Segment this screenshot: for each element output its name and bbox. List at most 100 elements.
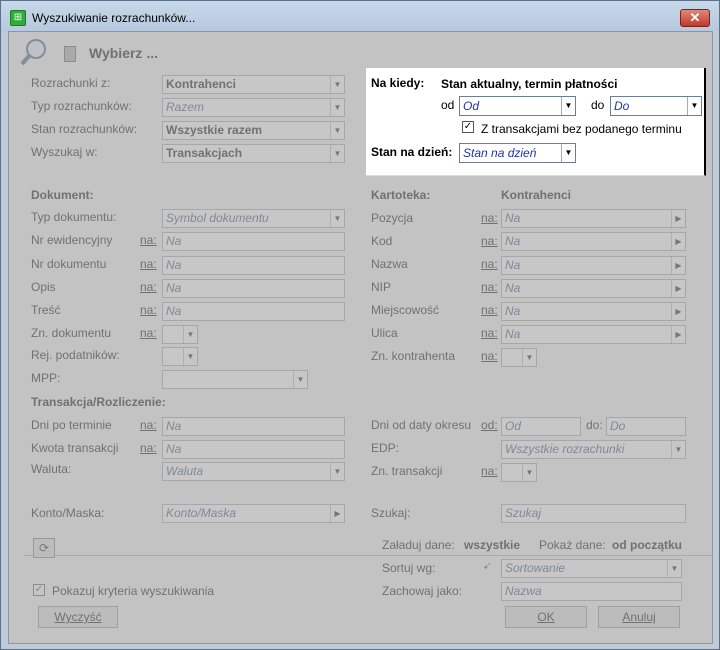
dni-od-input[interactable]: Od [501, 417, 581, 436]
tresc-na-link[interactable]: na: [140, 303, 157, 317]
miejscowosc-na-link[interactable]: na: [481, 303, 498, 317]
na-kiedy-panel: Na kiedy: Stan aktualny, termin płatnośc… [366, 68, 706, 176]
waluta-placeholder: Waluta [166, 464, 204, 478]
zn-dokumentu-na-link[interactable]: na: [140, 326, 157, 340]
opis-na-link[interactable]: na: [140, 280, 157, 294]
zachowaj-label: Zachowaj jako: [382, 584, 463, 598]
nip-label: NIP [371, 280, 392, 294]
close-button[interactable]: ✕ [680, 9, 710, 27]
opis-label: Opis [31, 280, 56, 294]
kod-input[interactable]: Na ▶ [501, 232, 686, 251]
opis-input[interactable]: Na [162, 279, 345, 298]
od-date-select[interactable]: Od ▼ [459, 96, 576, 116]
search-magnifier-icon[interactable] [19, 36, 51, 68]
rozrachunki-label: Rozrachunki z: [31, 76, 111, 90]
pozycja-na-link[interactable]: na: [481, 211, 498, 225]
pozycja-input[interactable]: Na ▶ [501, 209, 686, 228]
dni-od-daty-od-link[interactable]: od: [481, 418, 498, 432]
kwota-transakcji-na-link[interactable]: na: [140, 441, 157, 455]
stan-na-dzien-value: Stan na dzień [463, 146, 537, 160]
nazwa-input[interactable]: Na ▶ [501, 256, 686, 275]
stan-rozrachunkow-label: Stan rozrachunków: [31, 122, 138, 136]
typ-rozrachunkow-value: Razem [166, 100, 205, 114]
chevron-down-icon: ▼ [330, 210, 344, 227]
chevron-down-icon: ▼ [293, 371, 307, 388]
sortuj-placeholder: Sortowanie [505, 561, 566, 575]
zn-kontrahenta-na-link[interactable]: na: [481, 349, 498, 363]
kod-label: Kod [371, 234, 393, 248]
tresc-label: Treść [31, 303, 61, 317]
calculator-icon[interactable] [64, 46, 76, 62]
zaladuj-label: Załaduj dane: [382, 538, 455, 552]
pozycja-label: Pozycja [371, 211, 414, 225]
konto-maska-input[interactable]: Konto/Maska ▶ [162, 504, 345, 523]
zn-kontrahenta-select[interactable]: ▼ [501, 348, 537, 367]
rej-podatnikow-select[interactable]: ▼ [162, 347, 198, 366]
app-icon: ⊞ [10, 10, 26, 26]
od-label: od [441, 98, 455, 112]
chevron-down-icon: ▼ [330, 99, 344, 116]
zn-transakcji-na-link[interactable]: na: [481, 464, 498, 478]
dni-po-terminie-na-link[interactable]: na: [140, 418, 157, 432]
waluta-select[interactable]: Waluta ▼ [162, 462, 345, 481]
ok-button[interactable]: OK [505, 606, 587, 628]
nazwa-na-link[interactable]: na: [481, 257, 498, 271]
dni-po-terminie-input[interactable]: Na [162, 417, 345, 436]
sortuj-select[interactable]: Sortowanie ▼ [501, 559, 682, 578]
nip-na-link[interactable]: na: [481, 280, 498, 294]
miejscowosc-input[interactable]: Na ▶ [501, 302, 686, 321]
dialog-window: ⊞ Wyszukiwanie rozrachunków... ✕ Wybierz… [0, 0, 720, 650]
pokazuj-kryteria-checkbox[interactable]: ✓ [33, 584, 45, 596]
typ-rozrachunkow-select[interactable]: Razem ▼ [162, 98, 345, 117]
anuluj-button[interactable]: Anuluj [598, 606, 680, 628]
stan-na-dzien-label: Stan na dzień: [371, 145, 453, 159]
wyczysc-button[interactable]: Wyczyść [38, 606, 118, 628]
dokument-header: Dokument: [31, 188, 94, 202]
zn-transakcji-select[interactable]: ▼ [501, 463, 537, 482]
na-kiedy-value[interactable]: Stan aktualny, termin płatności [441, 77, 617, 91]
refresh-icon[interactable]: ⟳ [33, 538, 55, 558]
window-title: Wyszukiwanie rozrachunków... [32, 11, 196, 25]
typ-dokumentu-select[interactable]: Symbol dokumentu ▼ [162, 209, 345, 228]
rozrachunki-select[interactable]: Kontrahenci ▼ [162, 75, 345, 94]
zachowaj-input[interactable]: Nazwa [501, 582, 682, 601]
kwota-transakcji-input[interactable]: Na [162, 440, 345, 459]
kod-na-link[interactable]: na: [481, 234, 498, 248]
bez-terminu-checkbox[interactable]: ✓ [462, 121, 474, 133]
szukaj-input[interactable]: Szukaj [501, 504, 686, 523]
ulica-na-link[interactable]: na: [481, 326, 498, 340]
nr-dokumentu-input[interactable]: Na [162, 256, 345, 275]
do-date-select[interactable]: Do ▼ [610, 96, 702, 116]
dni-do-label: do: [586, 418, 603, 432]
kwota-transakcji-label: Kwota transakcji [31, 441, 119, 455]
rej-podatnikow-label: Rej. podatników: [31, 348, 120, 362]
chevron-right-icon: ▶ [330, 505, 344, 522]
dni-po-terminie-label: Dni po terminie [31, 418, 112, 432]
chevron-down-icon: ▼ [561, 97, 575, 115]
zaladuj-value[interactable]: wszystkie [464, 538, 520, 552]
stan-rozrachunkow-select[interactable]: Wszystkie razem ▼ [162, 121, 345, 140]
chevron-right-icon: ▶ [671, 280, 685, 297]
chevron-down-icon: ▼ [561, 144, 575, 162]
nr-ewidencyjny-input[interactable]: Na [162, 232, 345, 251]
pokaz-value[interactable]: od początku [612, 538, 682, 552]
nr-ewidencyjny-na-link[interactable]: na: [140, 233, 157, 247]
sort-arrow-icon[interactable]: ➹ [483, 561, 491, 572]
stan-na-dzien-select[interactable]: Stan na dzień ▼ [459, 143, 576, 163]
choose-label[interactable]: Wybierz ... [89, 45, 158, 61]
edp-value: Wszystkie rozrachunki [505, 442, 625, 456]
miejscowosc-placeholder: Na [505, 304, 521, 318]
waluta-label: Waluta: [31, 462, 72, 476]
chevron-down-icon: ▼ [522, 349, 536, 366]
dni-do-input[interactable]: Do [606, 417, 686, 436]
nip-input[interactable]: Na ▶ [501, 279, 686, 298]
zn-dokumentu-select[interactable]: ▼ [162, 325, 198, 344]
ulica-input[interactable]: Na ▶ [501, 325, 686, 344]
tresc-input[interactable]: Na [162, 302, 345, 321]
edp-select[interactable]: Wszystkie rozrachunki ▼ [501, 440, 686, 459]
wyszukaj-select[interactable]: Transakcjach ▼ [162, 144, 345, 163]
nip-placeholder: Na [505, 281, 521, 295]
nr-dokumentu-na-link[interactable]: na: [140, 257, 157, 271]
mpp-select[interactable]: ▼ [162, 370, 308, 389]
nr-dokumentu-label: Nr dokumentu [31, 257, 107, 271]
